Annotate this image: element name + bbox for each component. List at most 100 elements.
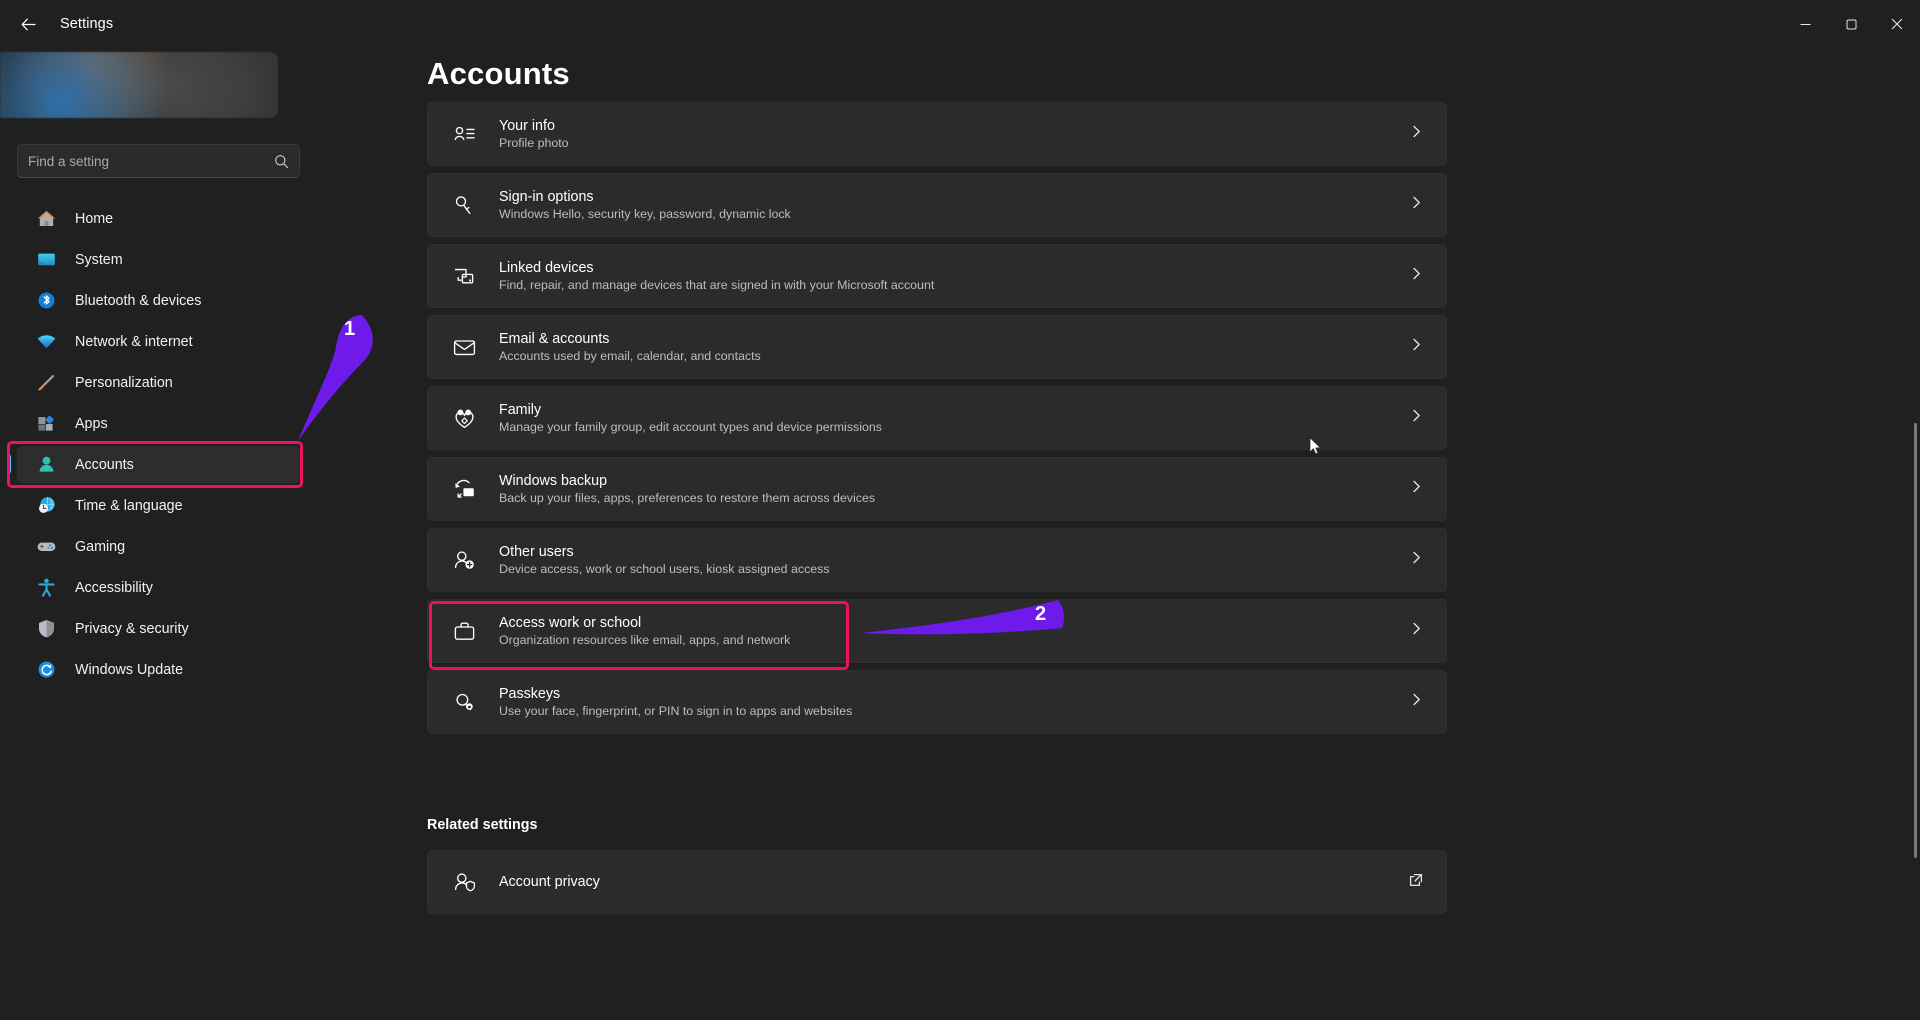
sidebar-item-label: Bluetooth & devices	[75, 292, 202, 309]
chevron-right-icon	[1410, 409, 1423, 427]
card-title: Passkeys	[499, 686, 561, 702]
maximize-button[interactable]	[1828, 0, 1874, 48]
apps-icon	[36, 413, 57, 434]
sidebar-item-label: Apps	[75, 415, 108, 432]
accounts-person-icon	[36, 454, 57, 475]
minimize-button[interactable]	[1782, 0, 1828, 48]
page-title: Accounts	[427, 56, 570, 91]
card-title: Your info	[499, 118, 555, 134]
close-button[interactable]	[1874, 0, 1920, 48]
sidebar-item-label: System	[75, 251, 123, 268]
card-title: Family	[499, 402, 542, 418]
sidebar-item-label: Personalization	[75, 374, 173, 391]
card-title: Sign-in options	[499, 189, 594, 205]
card-subtitle: Back up your files, apps, preferences to…	[499, 491, 876, 505]
card-subtitle: Organization resources like email, apps,…	[499, 633, 791, 647]
key-icon	[450, 191, 478, 219]
search-icon	[274, 154, 289, 169]
add-user-icon	[450, 546, 478, 574]
chevron-right-icon	[1410, 480, 1423, 498]
card-subtitle: Use your face, fingerprint, or PIN to si…	[499, 704, 853, 718]
card-subtitle: Windows Hello, security key, password, d…	[499, 207, 791, 221]
sidebar-item-label: Time & language	[75, 497, 183, 514]
chevron-right-icon	[1410, 338, 1423, 356]
card-your-info[interactable]: Your info Profile photo	[427, 102, 1447, 166]
title-bar: Settings	[0, 0, 1920, 48]
card-title: Windows backup	[499, 473, 608, 489]
card-subtitle: Device access, work or school users, kio…	[499, 562, 830, 576]
contact-card-icon	[450, 120, 478, 148]
card-subtitle: Manage your family group, edit account t…	[499, 420, 882, 434]
minimize-icon	[1800, 23, 1810, 25]
main-content: Accounts Your info Profile photo Sign-in…	[320, 48, 1920, 1020]
sidebar-item-privacy-security[interactable]: Privacy & security	[17, 610, 300, 647]
sidebar-item-bluetooth-devices[interactable]: Bluetooth & devices	[17, 282, 300, 319]
card-passkeys[interactable]: Passkeys Use your face, fingerprint, or …	[427, 670, 1447, 734]
account-privacy-icon	[450, 868, 478, 896]
card-other-users[interactable]: Other users Device access, work or schoo…	[427, 528, 1447, 592]
card-sign-in-options[interactable]: Sign-in options Windows Hello, security …	[427, 173, 1447, 237]
globe-clock-icon	[36, 495, 57, 516]
settings-card-list: Your info Profile photo Sign-in options …	[427, 102, 1447, 741]
sidebar-item-label: Accessibility	[75, 579, 153, 596]
backup-icon	[450, 475, 478, 503]
wifi-icon	[36, 331, 57, 352]
search-box[interactable]	[17, 144, 300, 178]
linked-devices-icon	[450, 262, 478, 290]
card-title: Access work or school	[499, 615, 642, 631]
related-settings-list: Account privacy	[427, 850, 1447, 921]
sidebar-item-apps[interactable]: Apps	[17, 405, 300, 442]
card-subtitle: Accounts used by email, calendar, and co…	[499, 349, 761, 363]
settings-window: Settings Find a setting Home System Blue…	[0, 0, 1920, 1020]
briefcase-icon	[450, 617, 478, 645]
paintbrush-icon	[36, 372, 57, 393]
back-arrow-icon	[21, 18, 36, 30]
shield-icon	[36, 618, 57, 639]
chevron-right-icon	[1410, 196, 1423, 214]
sidebar-item-accounts[interactable]: Accounts	[8, 446, 300, 483]
content-scrollbar[interactable]	[1914, 423, 1917, 858]
update-refresh-icon	[36, 659, 57, 680]
user-profile-card[interactable]	[0, 52, 278, 118]
sidebar-item-accessibility[interactable]: Accessibility	[17, 569, 300, 606]
bluetooth-icon	[36, 290, 57, 311]
sidebar-item-gaming[interactable]: Gaming	[17, 528, 300, 565]
card-family[interactable]: Family Manage your family group, edit ac…	[427, 386, 1447, 450]
sidebar-item-label: Accounts	[75, 456, 134, 473]
card-subtitle: Find, repair, and manage devices that ar…	[499, 278, 935, 292]
home-icon	[36, 208, 57, 229]
card-title: Account privacy	[499, 874, 600, 890]
sidebar-item-network-internet[interactable]: Network & internet	[17, 323, 300, 360]
back-button[interactable]	[8, 8, 48, 40]
sidebar-item-label: Privacy & security	[75, 620, 189, 637]
chevron-right-icon	[1410, 125, 1423, 143]
window-controls	[1782, 0, 1920, 48]
search-input[interactable]	[28, 153, 274, 169]
sidebar-item-time-language[interactable]: Time & language	[17, 487, 300, 524]
related-settings-heading: Related settings	[427, 817, 538, 833]
sidebar-item-system[interactable]: System	[17, 241, 300, 278]
chevron-right-icon	[1410, 622, 1423, 640]
sidebar-item-home[interactable]: Home	[17, 200, 300, 237]
sidebar-item-personalization[interactable]: Personalization	[17, 364, 300, 401]
card-windows-backup[interactable]: Windows backup Back up your files, apps,…	[427, 457, 1447, 521]
passkey-icon	[450, 688, 478, 716]
family-heart-icon	[450, 404, 478, 432]
chevron-right-icon	[1410, 267, 1423, 285]
sidebar: Home System	[0, 48, 320, 1020]
sidebar-item-label: Windows Update	[75, 661, 184, 678]
card-access-work-or-school[interactable]: Access work or school Organization resou…	[427, 599, 1447, 663]
card-title: Email & accounts	[499, 331, 610, 347]
sidebar-item-label: Network & internet	[75, 333, 193, 350]
accessibility-person-icon	[36, 577, 57, 598]
card-email-accounts[interactable]: Email & accounts Accounts used by email,…	[427, 315, 1447, 379]
chevron-right-icon	[1410, 693, 1423, 711]
system-monitor-icon	[36, 249, 57, 270]
sidebar-nav: Home System Bluetooth & devices Network …	[0, 200, 320, 692]
sidebar-item-label: Gaming	[75, 538, 126, 555]
card-account-privacy[interactable]: Account privacy	[427, 850, 1447, 914]
card-linked-devices[interactable]: Linked devices Find, repair, and manage …	[427, 244, 1447, 308]
gamepad-icon	[36, 536, 57, 557]
chevron-right-icon	[1410, 551, 1423, 569]
sidebar-item-windows-update[interactable]: Windows Update	[17, 651, 300, 688]
